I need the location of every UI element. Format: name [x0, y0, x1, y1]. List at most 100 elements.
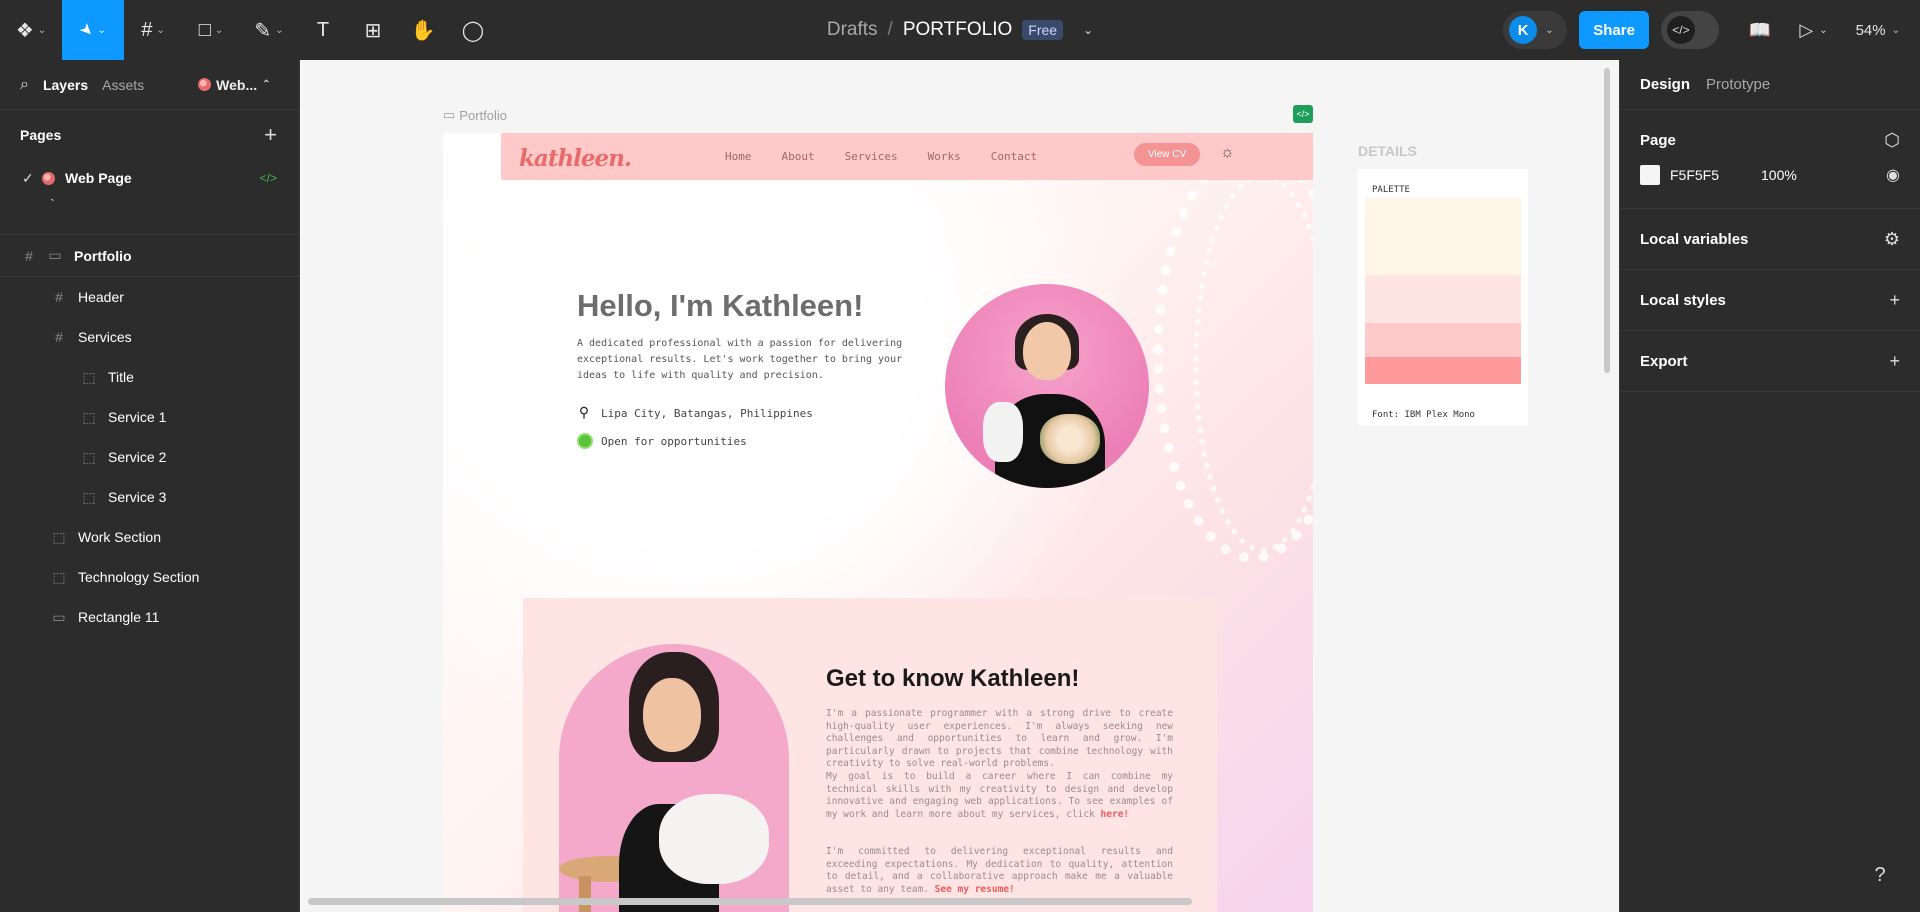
frame-label[interactable]: ▭ Portfolio	[443, 107, 507, 123]
details-frame[interactable]: PALETTE Font: IBM Plex Mono	[1358, 169, 1528, 425]
main-menu-button[interactable]: ❖ ⌄	[0, 0, 62, 60]
horizontal-scrollbar[interactable]	[308, 898, 1192, 905]
site-nav-links: Home About Services Works Contact	[725, 150, 1037, 163]
status-row: Open for opportunities	[577, 433, 747, 449]
top-toolbar: ❖ ⌄ ➤ ⌄ # ⌄ □ ⌄ ✎ ⌄ T ⊞ ✋ ◯ Drafts / PORTFOLI…	[0, 0, 1920, 60]
code-icon: </>	[1666, 16, 1695, 44]
add-style-plus-icon[interactable]: +	[1889, 290, 1900, 311]
breadcrumb-separator: /	[887, 19, 893, 40]
figma-menu-icon: ❖	[15, 19, 34, 42]
help-button[interactable]: ?	[1860, 855, 1900, 895]
frame-icon: #	[55, 289, 63, 305]
layer-portfolio[interactable]: # ▭ Portfolio	[0, 235, 299, 277]
group-icon: ⬚	[82, 488, 96, 505]
frame-tool-button[interactable]: # ⌄	[124, 0, 182, 60]
local-styles-title: Local styles	[1640, 291, 1726, 309]
resources-tool-button[interactable]: ⊞	[348, 0, 398, 60]
page-item-untitled[interactable]: `	[0, 196, 299, 226]
layer-name: Title	[108, 369, 134, 385]
layer-technology-section[interactable]: ⬚ Technology Section	[0, 557, 299, 597]
shape-tool-button[interactable]: □ ⌄	[182, 0, 240, 60]
palette-swatch	[1365, 323, 1521, 357]
layer-name: Service 1	[108, 409, 167, 425]
fill-hex[interactable]: F5F5F5	[1670, 167, 1719, 183]
left-panel-tabs: ⌕ Layers Assets Web... ⌃	[0, 60, 299, 110]
check-icon: ✓	[22, 169, 34, 186]
chevron-down-icon: ⌄	[1819, 24, 1828, 36]
frame-icon: #	[25, 247, 33, 264]
page-section-title: Page	[1640, 131, 1676, 149]
hand-tool-button[interactable]: ✋	[398, 0, 448, 60]
group-icon: ⬚	[82, 448, 96, 465]
variables-settings-icon[interactable]: ⚙	[1884, 229, 1900, 250]
site-logo: kathleen.	[519, 145, 632, 172]
layer-header[interactable]: # Header	[0, 277, 299, 317]
zoom-menu[interactable]: 54% ⌄	[1856, 22, 1900, 39]
search-icon[interactable]: ⌕	[20, 76, 29, 94]
comment-tool-button[interactable]: ◯	[448, 0, 498, 60]
page-item-web-page[interactable]: ✓ Web Page </>	[0, 160, 299, 196]
font-label: Font: IBM Plex Mono	[1372, 410, 1475, 420]
local-variables-title[interactable]: Local variables	[1640, 231, 1748, 248]
rectangle-icon: □	[198, 18, 211, 41]
page-fill-row[interactable]: F5F5F5 100% ◉	[1640, 160, 1900, 190]
layer-service-3[interactable]: ⬚ Service 3	[0, 477, 299, 517]
status-text: Open for opportunities	[601, 434, 747, 448]
present-button[interactable]: ▷ ⌄	[1799, 20, 1827, 41]
pen-tool-button[interactable]: ✎ ⌄	[240, 0, 298, 60]
dev-ready-code-icon: </>	[259, 171, 277, 185]
tab-prototype[interactable]: Prototype	[1706, 76, 1770, 93]
chevron-down-icon: ⌄	[214, 24, 224, 36]
vertical-scrollbar[interactable]	[1604, 68, 1610, 373]
page-switcher[interactable]: Web... ⌃	[198, 77, 271, 93]
chevron-down-icon: ⌄	[37, 24, 47, 36]
tab-assets[interactable]: Assets	[102, 77, 144, 93]
avatar: K	[1509, 16, 1538, 44]
add-page-plus-icon[interactable]: +	[264, 122, 277, 148]
pages-header: Pages +	[0, 110, 299, 160]
multiplayer-avatar[interactable]: K ⌄	[1503, 11, 1568, 49]
view-cv-button: View CV	[1134, 143, 1201, 166]
library-button[interactable]: 📖	[1749, 20, 1771, 41]
layer-rectangle-11[interactable]: ▭ Rectangle 11	[0, 597, 299, 637]
tab-layers[interactable]: Layers	[43, 77, 88, 93]
frame-label-text: Portfolio	[459, 107, 507, 123]
left-panel: ⌕ Layers Assets Web... ⌃ Pages + ✓ Web P…	[0, 60, 300, 912]
about-paragraph-2: My goal is to build a career where I can…	[826, 771, 1173, 821]
about-photo	[559, 644, 789, 912]
dev-ready-code-icon[interactable]: </>	[1293, 105, 1313, 123]
right-panel: Design Prototype Page ⬡ F5F5F5 100% ◉ Lo…	[1619, 60, 1920, 912]
portfolio-frame[interactable]: kathleen. Home About Services Works Cont…	[443, 133, 1313, 912]
chevron-down-icon: ⌄	[97, 24, 106, 36]
page-settings-icon[interactable]: ⬡	[1884, 130, 1900, 151]
layer-services[interactable]: # Services	[0, 317, 299, 357]
fill-opacity[interactable]: 100%	[1761, 167, 1797, 183]
layer-name: Services	[78, 329, 132, 345]
details-frame-label[interactable]: DETAILS	[1358, 143, 1417, 159]
breadcrumb-drafts[interactable]: Drafts	[827, 19, 878, 41]
file-title[interactable]: PORTFOLIO	[903, 19, 1012, 41]
file-menu-chevron-icon[interactable]: ⌄	[1083, 23, 1093, 37]
fill-swatch[interactable]	[1640, 165, 1660, 185]
group-icon: ⬚	[52, 528, 66, 545]
text-tool-button[interactable]: T	[298, 0, 348, 60]
resume-link: See my resume!	[934, 883, 1015, 895]
frame-icon: #	[141, 18, 153, 41]
layer-service-2[interactable]: ⬚ Service 2	[0, 437, 299, 477]
group-icon: ⬚	[82, 368, 96, 385]
chevron-down-icon: ⌄	[275, 24, 284, 36]
canvas[interactable]: ▭ Portfolio </> kathleen. Home About Ser…	[300, 60, 1619, 912]
share-button[interactable]: Share	[1579, 11, 1649, 49]
layer-service-1[interactable]: ⬚ Service 1	[0, 397, 299, 437]
add-export-plus-icon[interactable]: +	[1889, 351, 1900, 372]
layer-title[interactable]: ⬚ Title	[0, 357, 299, 397]
dev-mode-toggle[interactable]: </>	[1660, 11, 1719, 49]
palette-label: PALETTE	[1372, 185, 1410, 195]
eye-icon[interactable]: ◉	[1886, 165, 1900, 185]
move-tool-button[interactable]: ➤ ⌄	[62, 0, 124, 60]
palette-icon	[198, 78, 212, 91]
resources-icon: ⊞	[364, 19, 382, 42]
tab-design[interactable]: Design	[1640, 76, 1690, 93]
layer-work-section[interactable]: ⬚ Work Section	[0, 517, 299, 557]
group-icon: ⬚	[52, 568, 66, 585]
